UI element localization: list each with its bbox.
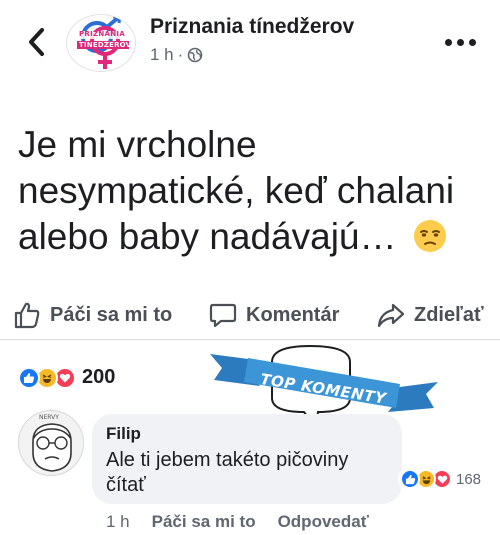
globe-icon	[188, 47, 203, 63]
post-action-bar: Páči sa mi to Komentár Zdieľať	[0, 292, 500, 340]
comment-button[interactable]: Komentár	[208, 300, 339, 330]
comment-footer: 1 h Páči sa mi to Odpovedať	[106, 512, 369, 532]
more-dot-icon	[468, 38, 476, 46]
chevron-left-icon	[29, 28, 44, 56]
post-header: PRIZNANIA TÍNEDŽEROV Priznania tínedžero…	[0, 0, 500, 88]
post-body: Je mi vrcholne nesympatické, keď chalani…	[18, 122, 488, 260]
more-dot-icon	[444, 38, 452, 46]
post-text: Je mi vrcholne nesympatické, keď chalani…	[18, 124, 455, 257]
back-button[interactable]	[22, 24, 52, 60]
comment-author[interactable]: Filip	[106, 424, 141, 444]
page-avatar[interactable]: PRIZNANIA TÍNEDŽEROV	[66, 14, 136, 72]
logo-text-top: PRIZNANIA	[79, 30, 126, 38]
more-dot-icon	[456, 38, 464, 46]
logo-text-bottom: TÍNEDŽEROV	[79, 41, 132, 49]
more-options-button[interactable]	[440, 34, 480, 50]
page-name[interactable]: Priznania tínedžerov	[150, 15, 354, 39]
comment-label: Komentár	[246, 303, 340, 326]
avatar-caption: NERVY	[39, 414, 59, 421]
commenter-avatar[interactable]: NERVY	[18, 410, 84, 476]
unamused-face-emoji-icon	[413, 220, 446, 252]
share-button[interactable]: Zdieľať	[376, 300, 484, 330]
reactions-summary[interactable]: 200	[18, 366, 115, 389]
post-time[interactable]: 1 h	[150, 45, 174, 65]
like-reaction-icon	[18, 366, 40, 389]
like-button[interactable]: Páči sa mi to	[12, 300, 172, 330]
like-label: Páči sa mi to	[50, 303, 173, 326]
comment-text: Ale ti jebem takéto pičoviny čítať	[106, 449, 349, 496]
post-meta: 1 h ·	[150, 45, 203, 65]
like-reaction-icon	[400, 469, 420, 489]
comment-reaction-count: 168	[456, 470, 482, 488]
speech-bubble-icon	[209, 303, 237, 328]
meta-separator: ·	[177, 45, 184, 64]
comment-like-link[interactable]: Páči sa mi to	[152, 512, 256, 532]
comment-reply-link[interactable]: Odpovedať	[278, 512, 369, 532]
reaction-count: 200	[82, 366, 116, 388]
comment-bubble: Filip Ale ti jebem takéto pičoviny čítať	[92, 414, 402, 504]
thumbs-up-icon	[14, 302, 40, 329]
share-arrow-icon	[377, 303, 405, 328]
comment-reactions[interactable]: 168	[398, 466, 482, 492]
comment-time[interactable]: 1 h	[106, 512, 130, 532]
share-label: Zdieľať	[414, 303, 484, 326]
